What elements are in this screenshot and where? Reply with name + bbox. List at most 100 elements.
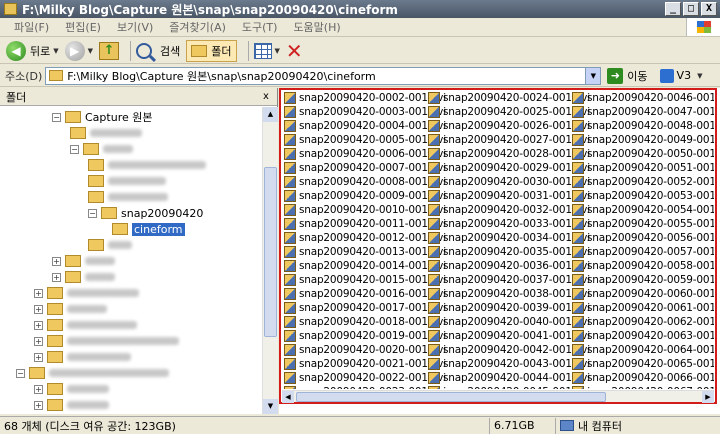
file-item[interactable]: snap20090420-0050-001.avi xyxy=(572,147,714,161)
file-item[interactable]: snap20090420-0059-001.avi xyxy=(572,273,714,287)
file-item[interactable]: snap20090420-0003-001.avi xyxy=(284,105,446,119)
collapse-icon[interactable]: − xyxy=(70,144,79,154)
file-item[interactable]: snap20090420-0051-001.avi xyxy=(572,161,714,175)
up-folder-button[interactable]: ↑ xyxy=(99,40,120,62)
file-item[interactable]: snap20090420-0058-001.avi xyxy=(572,259,714,273)
tree-node-redacted[interactable]: + xyxy=(52,269,115,285)
file-item[interactable]: snap20090420-0004-001.avi xyxy=(284,119,446,133)
file-item[interactable]: snap20090420-0037-001.avi xyxy=(428,273,590,287)
v3-toolbar-button[interactable]: V3 ▼ xyxy=(659,68,702,83)
tree-node-redacted[interactable]: + xyxy=(34,317,137,333)
file-item[interactable]: snap20090420-0016-001.avi xyxy=(284,287,446,301)
expand-icon[interactable]: + xyxy=(34,384,43,394)
file-item[interactable]: snap20090420-0044-001.avi xyxy=(428,371,590,385)
tree-node-redacted[interactable] xyxy=(88,237,132,253)
file-item[interactable]: snap20090420-0033-001.avi xyxy=(428,217,590,231)
file-item[interactable]: snap20090420-0036-001.avi xyxy=(428,259,590,273)
file-item[interactable]: snap20090420-0026-001.avi xyxy=(428,119,590,133)
tree-node-capture[interactable]: − Capture 원본 xyxy=(52,109,152,125)
file-item[interactable]: snap20090420-0054-001.avi xyxy=(572,203,714,217)
file-item[interactable]: snap20090420-0031-001.avi xyxy=(428,189,590,203)
file-item[interactable]: snap20090420-0040-001.avi xyxy=(428,315,590,329)
tree-node-redacted[interactable]: + xyxy=(34,397,109,413)
file-item[interactable]: snap20090420-0061-001.avi xyxy=(572,301,714,315)
delete-button[interactable]: ✕ xyxy=(286,40,303,62)
chevron-down-icon[interactable]: ▼ xyxy=(53,47,58,55)
menu-tools[interactable]: 도구(T) xyxy=(234,19,286,35)
close-button[interactable]: X xyxy=(701,2,717,16)
chevron-down-icon[interactable]: ▼ xyxy=(88,47,93,55)
maximize-button[interactable]: □ xyxy=(683,2,699,16)
file-item[interactable]: snap20090420-0066-001.avi xyxy=(572,371,714,385)
file-item[interactable]: snap20090420-0043-001.avi xyxy=(428,357,590,371)
file-item[interactable]: snap20090420-0053-001.avi xyxy=(572,189,714,203)
search-button[interactable]: 검색 xyxy=(136,40,180,62)
file-item[interactable]: snap20090420-0022-001.avi xyxy=(284,371,446,385)
views-button[interactable]: ▼ xyxy=(253,40,280,62)
file-item[interactable]: snap20090420-0006-001.avi xyxy=(284,147,446,161)
collapse-icon[interactable]: − xyxy=(88,208,97,218)
file-item[interactable]: snap20090420-0018-001.avi xyxy=(284,315,446,329)
menu-help[interactable]: 도움말(H) xyxy=(285,19,348,35)
scroll-left-icon[interactable]: ◀ xyxy=(282,391,294,403)
expand-icon[interactable]: + xyxy=(34,288,43,298)
file-item[interactable]: snap20090420-0019-001.avi xyxy=(284,329,446,343)
file-item[interactable]: snap20090420-0007-001.avi xyxy=(284,161,446,175)
close-icon[interactable]: x xyxy=(259,91,273,102)
expand-icon[interactable]: + xyxy=(34,304,43,314)
file-item[interactable]: snap20090420-0024-001.avi xyxy=(428,91,590,105)
tree-node-redacted[interactable]: + xyxy=(34,301,107,317)
tree-node-cineform[interactable]: cineform xyxy=(112,221,185,237)
file-item[interactable]: snap20090420-0002-001.avi xyxy=(284,91,446,105)
tree-node-redacted[interactable]: + xyxy=(34,333,179,349)
expand-icon[interactable]: + xyxy=(34,400,43,410)
chevron-down-icon[interactable]: ▼ xyxy=(585,67,601,84)
file-item[interactable]: snap20090420-0012-001.avi xyxy=(284,231,446,245)
tree-node-redacted[interactable]: + xyxy=(34,381,109,397)
file-item[interactable]: snap20090420-0011-001.avi xyxy=(284,217,446,231)
file-item[interactable]: snap20090420-0064-001.avi xyxy=(572,343,714,357)
chevron-down-icon[interactable]: ▼ xyxy=(697,72,702,80)
file-item[interactable]: snap20090420-0041-001.avi xyxy=(428,329,590,343)
folders-button[interactable]: 폴더 xyxy=(186,39,237,62)
tree-node-snap20090420[interactable]: − snap20090420 xyxy=(88,205,203,221)
scroll-right-icon[interactable]: ▶ xyxy=(702,391,714,403)
tree-node-redacted[interactable]: + xyxy=(34,349,131,365)
file-item[interactable]: snap20090420-0042-001.avi xyxy=(428,343,590,357)
file-item[interactable]: snap20090420-0048-001.avi xyxy=(572,119,714,133)
file-item[interactable]: snap20090420-0015-001.avi xyxy=(284,273,446,287)
tree-node-redacted[interactable]: − xyxy=(70,141,133,157)
file-item[interactable]: snap20090420-0009-001.avi xyxy=(284,189,446,203)
file-item[interactable]: snap20090420-0030-001.avi xyxy=(428,175,590,189)
file-item[interactable]: snap20090420-0039-001.avi xyxy=(428,301,590,315)
file-item[interactable]: snap20090420-0005-001.avi xyxy=(284,133,446,147)
minimize-button[interactable]: _ xyxy=(665,2,681,16)
file-item[interactable]: snap20090420-0056-001.avi xyxy=(572,231,714,245)
file-item[interactable]: snap20090420-0034-001.avi xyxy=(428,231,590,245)
file-item[interactable]: snap20090420-0017-001.avi xyxy=(284,301,446,315)
file-item[interactable]: snap20090420-0029-001.avi xyxy=(428,161,590,175)
file-item[interactable]: snap20090420-0067-001.avi xyxy=(572,385,714,389)
expand-icon[interactable]: + xyxy=(34,320,43,330)
file-item[interactable]: snap20090420-0020-001.avi xyxy=(284,343,446,357)
scroll-up-icon[interactable]: ▲ xyxy=(263,107,278,122)
file-item[interactable]: snap20090420-0028-001.avi xyxy=(428,147,590,161)
go-button[interactable]: ➜ 이동 xyxy=(607,67,648,84)
file-item[interactable]: snap20090420-0021-001.avi xyxy=(284,357,446,371)
menu-favorites[interactable]: 즐겨찾기(A) xyxy=(161,19,234,35)
file-item[interactable]: snap20090420-0047-001.avi xyxy=(572,105,714,119)
file-item[interactable]: snap20090420-0063-001.avi xyxy=(572,329,714,343)
tree-node-redacted[interactable]: − xyxy=(16,365,169,381)
file-item[interactable]: snap20090420-0032-001.avi xyxy=(428,203,590,217)
file-item[interactable]: snap20090420-0049-001.avi xyxy=(572,133,714,147)
file-item[interactable]: snap20090420-0062-001.avi xyxy=(572,315,714,329)
chevron-down-icon[interactable]: ▼ xyxy=(275,47,280,55)
file-item[interactable]: snap20090420-0027-001.avi xyxy=(428,133,590,147)
collapse-icon[interactable]: − xyxy=(16,368,25,378)
file-item[interactable]: snap20090420-0038-001.avi xyxy=(428,287,590,301)
file-item[interactable]: snap20090420-0055-001.avi xyxy=(572,217,714,231)
tree-node-redacted[interactable] xyxy=(70,125,142,141)
file-item[interactable]: snap20090420-0025-001.avi xyxy=(428,105,590,119)
file-item[interactable]: snap20090420-0035-001.avi xyxy=(428,245,590,259)
menu-view[interactable]: 보기(V) xyxy=(109,19,161,35)
